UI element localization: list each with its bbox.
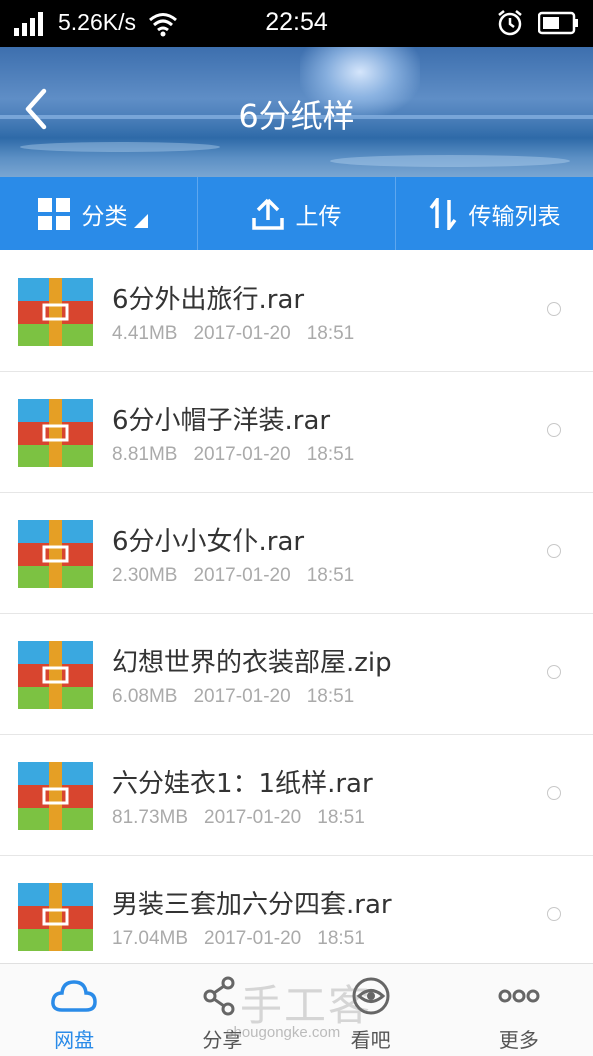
file-row[interactable]: 幻想世界的衣装部屋.zip 6.08MB 2017-01-20 18:51 (0, 614, 593, 735)
file-date: 2017-01-20 (193, 444, 291, 465)
file-time: 18:51 (306, 686, 355, 707)
category-button[interactable]: 分类 (0, 177, 197, 250)
file-size: 81.73MB (112, 807, 189, 828)
file-row[interactable]: 男装三套加六分四套.rar 17.04MB 2017-01-20 18:51 (0, 856, 593, 977)
file-name: 男装三套加六分四套.rar (112, 890, 392, 920)
select-radio[interactable] (547, 665, 561, 679)
grid-icon (37, 197, 70, 230)
status-bar: 5.26K/s 22:54 (0, 0, 593, 47)
file-meta: 8.81MB 2017-01-20 18:51 (112, 444, 354, 466)
alarm-icon (498, 10, 522, 36)
select-radio[interactable] (547, 302, 561, 316)
file-name: 6分小帽子洋装.rar (112, 406, 331, 436)
nav-label: 更多 (498, 1028, 539, 1052)
file-date: 2017-01-20 (204, 807, 302, 828)
transfer-icon (429, 197, 456, 230)
nav-item-netdisk[interactable]: 网盘 (0, 964, 148, 1056)
file-meta: 81.73MB 2017-01-20 18:51 (112, 807, 365, 829)
file-size: 8.81MB (112, 444, 178, 465)
file-time: 18:51 (317, 807, 365, 828)
file-name: 6分外出旅行.rar (112, 285, 305, 315)
select-radio[interactable] (547, 786, 561, 800)
select-radio[interactable] (547, 907, 561, 921)
archive-file-icon (18, 520, 93, 588)
header: 6分纸样 (0, 47, 593, 177)
file-size: 17.04MB (112, 928, 189, 949)
more-icon (498, 989, 540, 1003)
archive-file-icon (18, 399, 93, 467)
header-background-wave (20, 142, 220, 152)
nav-label: 网盘 (54, 1028, 95, 1052)
file-time: 18:51 (317, 928, 365, 949)
file-list: 6分外出旅行.rar 4.41MB 2017-01-20 18:51 6分小帽子洋装.r… (0, 251, 593, 977)
file-row[interactable]: 6分外出旅行.rar 4.41MB 2017-01-20 18:51 (0, 251, 593, 372)
toolbar: 分类 上传 传输列表 (0, 177, 593, 250)
transfer-label: 传输列表 (468, 203, 561, 230)
archive-file-icon (18, 762, 93, 830)
file-row[interactable]: 6分小小女仆.rar 2.30MB 2017-01-20 18:51 (0, 493, 593, 614)
file-meta: 6.08MB 2017-01-20 18:51 (112, 686, 354, 708)
file-name: 幻想世界的衣装部屋.zip (112, 648, 392, 678)
select-radio[interactable] (547, 544, 561, 558)
upload-label: 上传 (295, 203, 342, 230)
file-row[interactable]: 六分娃衣1：1纸样.rar 81.73MB 2017-01-20 18:51 (0, 735, 593, 856)
header-background-wave (330, 155, 570, 167)
file-name: 六分娃衣1：1纸样.rar (112, 769, 373, 799)
upload-button[interactable]: 上传 (197, 177, 395, 250)
nav-item-explore[interactable]: 看吧 (297, 964, 445, 1056)
file-date: 2017-01-20 (193, 565, 291, 586)
file-size: 6.08MB (112, 686, 178, 707)
file-meta: 17.04MB 2017-01-20 18:51 (112, 928, 365, 950)
upload-icon (251, 198, 284, 230)
archive-file-icon (18, 641, 93, 709)
bottom-nav: 网盘 分享 看吧 更多 (0, 963, 593, 1056)
transfer-list-button[interactable]: 传输列表 (395, 177, 593, 250)
file-time: 18:51 (306, 565, 355, 586)
file-meta: 2.30MB 2017-01-20 18:51 (112, 565, 354, 587)
nav-label: 看吧 (350, 1028, 391, 1052)
battery-icon (538, 11, 578, 35)
nav-item-share[interactable]: 分享 (148, 964, 296, 1056)
file-date: 2017-01-20 (193, 686, 291, 707)
file-date: 2017-01-20 (204, 928, 302, 949)
page-title: 6分纸样 (238, 97, 355, 135)
category-label: 分类 (81, 203, 128, 230)
archive-file-icon (18, 883, 93, 951)
file-size: 4.41MB (112, 323, 178, 344)
file-row[interactable]: 6分小帽子洋装.rar 8.81MB 2017-01-20 18:51 (0, 372, 593, 493)
caret-down-icon (133, 213, 148, 228)
nav-label: 分享 (202, 1028, 243, 1052)
eye-icon (352, 977, 390, 1015)
file-date: 2017-01-20 (193, 323, 291, 344)
nav-item-more[interactable]: 更多 (445, 964, 593, 1056)
file-name: 6分小小女仆.rar (112, 527, 305, 557)
cloud-icon (51, 980, 97, 1012)
archive-file-icon (18, 278, 93, 346)
file-size: 2.30MB (112, 565, 178, 586)
file-meta: 4.41MB 2017-01-20 18:51 (112, 323, 354, 345)
file-time: 18:51 (306, 444, 355, 465)
share-icon (203, 976, 235, 1016)
file-time: 18:51 (306, 323, 355, 344)
select-radio[interactable] (547, 423, 561, 437)
